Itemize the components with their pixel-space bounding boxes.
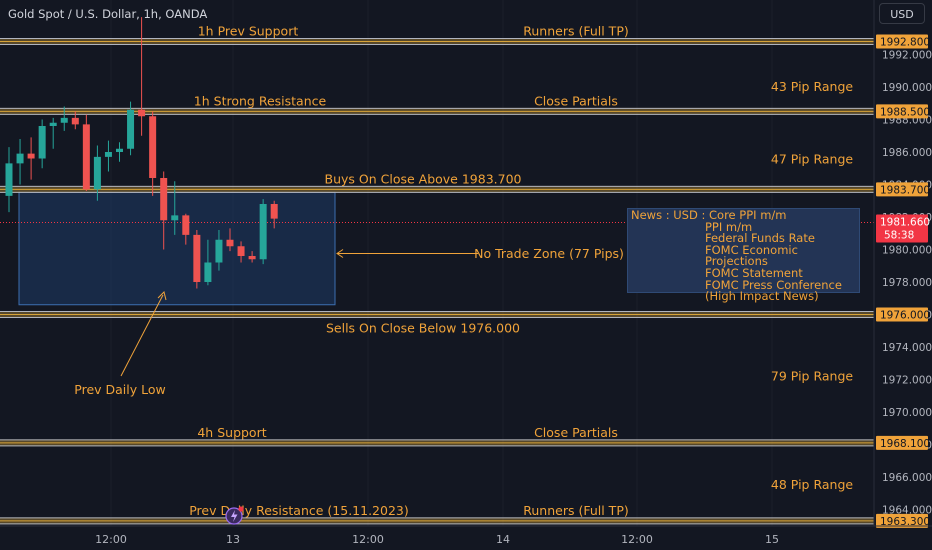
time-tick-label: 13 [226, 533, 240, 546]
news-box: News : USD : Core PPI m/m PPI m/m Federa… [627, 208, 860, 302]
level-annotation: 1h Prev Support [198, 24, 299, 39]
price-tick-label: 1978.000 [882, 277, 932, 289]
price-tick-label: 1966.000 [882, 472, 932, 484]
candle-body [215, 239, 223, 263]
price-tick-label: 1986.000 [882, 147, 932, 159]
event-dot [238, 506, 244, 512]
level-annotation: Close Partials [534, 93, 618, 108]
news-line: FOMC Economic Projections [705, 242, 798, 269]
level-annotation: Prev Daily Resistance (15.11.2023) [189, 503, 409, 518]
candle-body [71, 117, 79, 125]
candle-body [226, 239, 234, 247]
candle-body [60, 117, 68, 123]
candle-body [104, 152, 112, 157]
candle-body [82, 124, 90, 190]
candle-body [237, 246, 245, 256]
time-tick-label: 14 [496, 533, 510, 546]
candle-body [138, 109, 146, 117]
pip-range-label: 79 Pip Range [771, 368, 853, 383]
candle-body [160, 178, 168, 221]
candle-body [16, 153, 24, 164]
current-price-countdown: 58:38 [884, 230, 914, 242]
price-tick-label: 1992.000 [882, 50, 932, 62]
current-price-value: 1981.660 [880, 217, 930, 229]
pip-range-label: 43 Pip Range [771, 79, 853, 94]
time-tick-label: 12:00 [95, 533, 127, 546]
level-price-tag-text: 1976.000 [880, 310, 930, 322]
candle-body [193, 234, 201, 282]
candle-body [248, 256, 256, 260]
prev-daily-low-label: Prev Daily Low [74, 382, 165, 397]
candle-body [149, 116, 157, 178]
time-tick-label: 15 [765, 533, 779, 546]
level-annotation: Runners (Full TP) [523, 24, 628, 39]
level-annotation: 4h Support [197, 425, 266, 440]
candle-body [27, 153, 35, 159]
price-tick-label: 1972.000 [882, 375, 932, 387]
candle-body [116, 148, 123, 152]
no-trade-zone [18, 191, 336, 306]
low-arrow-line [120, 294, 164, 377]
pip-range-label: 47 Pip Range [771, 151, 853, 166]
pip-range-label: 48 Pip Range [771, 477, 853, 492]
price-tick-label: 1990.000 [882, 82, 932, 94]
no-trade-zone-label: No Trade Zone (77 Pips) [474, 246, 624, 261]
candle-body [127, 109, 135, 149]
candle-body [38, 126, 46, 159]
time-tick-label: 12:00 [621, 533, 653, 546]
level-annotation: Runners (Full TP) [523, 503, 628, 518]
candle-body [93, 156, 101, 190]
price-tick-label: 1970.000 [882, 407, 932, 419]
price-tick-label: 1974.000 [882, 342, 932, 354]
candle-body [204, 262, 212, 282]
level-price-tag-text: 1988.500 [880, 106, 930, 118]
level-annotation: Sells On Close Below 1976.000 [326, 321, 520, 336]
level-annotation: Close Partials [534, 425, 618, 440]
candle-body [182, 215, 190, 235]
symbol-title: Gold Spot / U.S. Dollar, 1h, OANDA [8, 7, 208, 21]
candle-body [270, 204, 278, 219]
level-price-tag-text: 1992.800 [880, 37, 930, 49]
candle-body [5, 163, 13, 196]
level-price-tag-text: 1983.700 [880, 184, 930, 196]
candle-body [259, 204, 267, 260]
price-tick-label: 1980.000 [882, 245, 932, 257]
level-annotation: Buys On Close Above 1983.700 [325, 171, 522, 186]
level-annotation: 1h Strong Resistance [194, 93, 327, 108]
news-line: (High Impact News) [705, 289, 819, 304]
currency-button[interactable]: USD [879, 3, 925, 24]
level-price-tag-text: 1968.100 [880, 438, 930, 450]
candle-body [49, 122, 57, 126]
time-tick-label: 12:00 [352, 533, 384, 546]
candle-body [171, 215, 179, 221]
